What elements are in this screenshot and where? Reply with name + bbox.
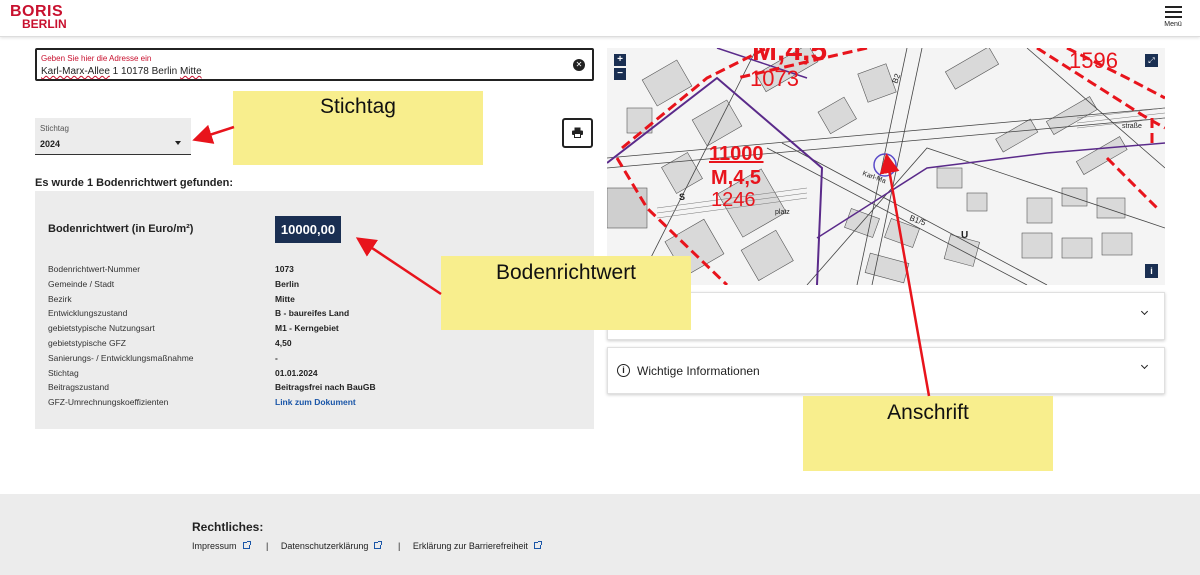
external-link-icon <box>374 541 383 549</box>
stichtag-select[interactable]: Stichtag 2024 <box>35 118 191 155</box>
map-view[interactable]: M,4,5 1073 1596 11000 M,4,5 1246 B2 B1/5… <box>607 48 1165 285</box>
annotation-anschrift-text: Anschrift <box>887 401 969 424</box>
result-row-value: 4,50 <box>275 337 292 348</box>
zoom-out-button[interactable]: − <box>614 68 626 80</box>
hamburger-icon <box>1158 6 1188 18</box>
map-label-station-u: U <box>961 230 968 241</box>
important-info-panel[interactable]: i Wichtige Informationen <box>607 347 1165 394</box>
map-label-center-gfz: M,4,5 <box>711 167 761 189</box>
result-count-text: Es wurde 1 Bodenrichtwert gefunden: <box>35 177 234 189</box>
result-row-value: Beitragsfrei nach BauGB <box>275 382 376 393</box>
result-row: Sanierungs- / Entwicklungsmaßnahme - <box>48 353 588 368</box>
bodenrichtwert-label: Bodenrichtwert (in Euro/m²) <box>48 223 194 235</box>
gfz-document-link[interactable]: Link zum Dokument <box>275 397 356 407</box>
map-label-center-num: 1246 <box>711 189 756 211</box>
bodenrichtwert-value: 10000,00 <box>275 216 341 243</box>
result-row-key: gebietstypische Nutzungsart <box>48 323 155 334</box>
result-row: Beitragszustand Beitragsfrei nach BauGB <box>48 382 588 397</box>
result-row-value: Berlin <box>275 278 300 289</box>
chevron-down-icon <box>1140 361 1149 370</box>
menu-button[interactable]: Menü <box>1158 6 1188 34</box>
result-row-value: B - baureifes Land <box>275 308 350 319</box>
menu-label: Menü <box>1164 21 1182 28</box>
result-row-key: Beitragszustand <box>48 382 109 393</box>
stichtag-select-value: 2024 <box>40 139 61 149</box>
map-zoom-controls: + − <box>614 54 626 82</box>
result-row-value: M1 - Kerngebiet <box>275 323 339 334</box>
result-row: GFZ-Umrechnungskoeffizienten Link zum Dok… <box>48 397 588 412</box>
result-row-value: 01.01.2024 <box>275 367 318 378</box>
page-footer: Rechtliches: Impressum | Datenschutzerkl… <box>0 494 1200 575</box>
annotation-bodenrichtwert: Bodenrichtwert <box>441 256 691 330</box>
external-link-icon <box>533 541 542 549</box>
info-icon: i <box>617 364 630 377</box>
result-row-key: Sanierungs- / Entwicklungsmaßnahme <box>48 352 194 363</box>
map-info-button[interactable]: i <box>1145 264 1158 278</box>
map-label-top-gfz: M,4,5 <box>752 48 827 67</box>
arrow-to-stichtag <box>192 124 235 144</box>
result-row: gebietstypische GFZ 4,50 <box>48 338 588 353</box>
annotation-bodenrichtwert-text: Bodenrichtwert <box>495 261 637 284</box>
map-label-center-value: 11000 <box>709 143 764 165</box>
footer-links: Impressum | Datenschutzerklärung | Erklä… <box>192 541 545 551</box>
print-button[interactable] <box>562 118 593 148</box>
printer-icon <box>572 127 583 138</box>
expand-icon[interactable]: ⤢ <box>1145 54 1158 67</box>
boris-logo[interactable]: BORIS BERLIN <box>10 4 72 32</box>
important-info-title: Wichtige Informationen <box>637 364 760 378</box>
result-row-key: Gemeinde / Stadt <box>48 278 115 289</box>
map-label-street-stra: straße <box>1122 123 1142 130</box>
map-label-platz: platz <box>775 209 790 216</box>
address-input[interactable]: Geben Sie hier die Adresse ein Karl-Marx… <box>35 48 594 81</box>
map-canvas[interactable]: M,4,5 1073 1596 11000 M,4,5 1246 B2 B1/5… <box>607 48 1165 285</box>
address-number-city: 1 10178 Berlin <box>109 66 180 77</box>
result-row-key: Entwicklungszustand <box>48 308 128 319</box>
map-label-top-num: 1073 <box>750 66 799 91</box>
result-row-value: Mitte <box>275 293 295 304</box>
result-row-key: Bezirk <box>48 293 72 304</box>
result-row-value: 1073 <box>275 264 294 274</box>
footer-separator: | <box>266 541 269 551</box>
stichtag-select-label: Stichtag <box>40 124 69 133</box>
result-row-key: Stichtag <box>48 367 79 378</box>
caret-down-icon <box>175 141 181 145</box>
address-input-value[interactable]: Karl-Marx-Allee 1 10178 Berlin Mitte <box>41 66 202 77</box>
datenschutz-link[interactable]: Datenschutzerklärung <box>281 541 369 551</box>
annotation-stichtag: Stichtag <box>233 91 483 165</box>
map-label-street-b2: B2 <box>890 72 902 85</box>
address-district: Mitte <box>179 66 202 77</box>
top-header: BORIS BERLIN Menü <box>0 0 1200 37</box>
footer-title: Rechtliches: <box>192 520 264 534</box>
result-row-key: Bodenrichtwert-Nummer <box>48 264 141 274</box>
clear-icon[interactable]: ✕ <box>573 59 585 71</box>
impressum-link[interactable]: Impressum <box>192 541 237 551</box>
annotation-stichtag-text: Stichtag <box>320 95 396 118</box>
annotation-anschrift: Anschrift <box>803 396 1053 471</box>
result-row: Stichtag 01.01.2024 <box>48 368 588 383</box>
result-row-value: - <box>275 352 278 363</box>
map-label-street-karl: Karl-Ma <box>861 170 887 185</box>
map-label-topright-num: 1596 <box>1069 48 1118 73</box>
logo-text-bottom: BERLIN <box>22 17 67 31</box>
map-label-station-s: S <box>679 192 685 202</box>
result-row-key: GFZ-Umrechnungskoeffizienten <box>48 397 169 408</box>
address-street: Karl-Marx-Allee <box>41 66 110 77</box>
result-row-key: gebietstypische GFZ <box>48 337 126 348</box>
address-input-label: Geben Sie hier die Adresse ein <box>41 54 152 63</box>
chevron-down-icon <box>1140 307 1149 316</box>
footer-separator: | <box>397 541 401 551</box>
external-link-icon <box>242 541 251 549</box>
barrierefreiheit-link[interactable]: Erklärung zur Barrierefreiheit <box>413 541 528 551</box>
zoom-in-button[interactable]: + <box>614 54 626 66</box>
